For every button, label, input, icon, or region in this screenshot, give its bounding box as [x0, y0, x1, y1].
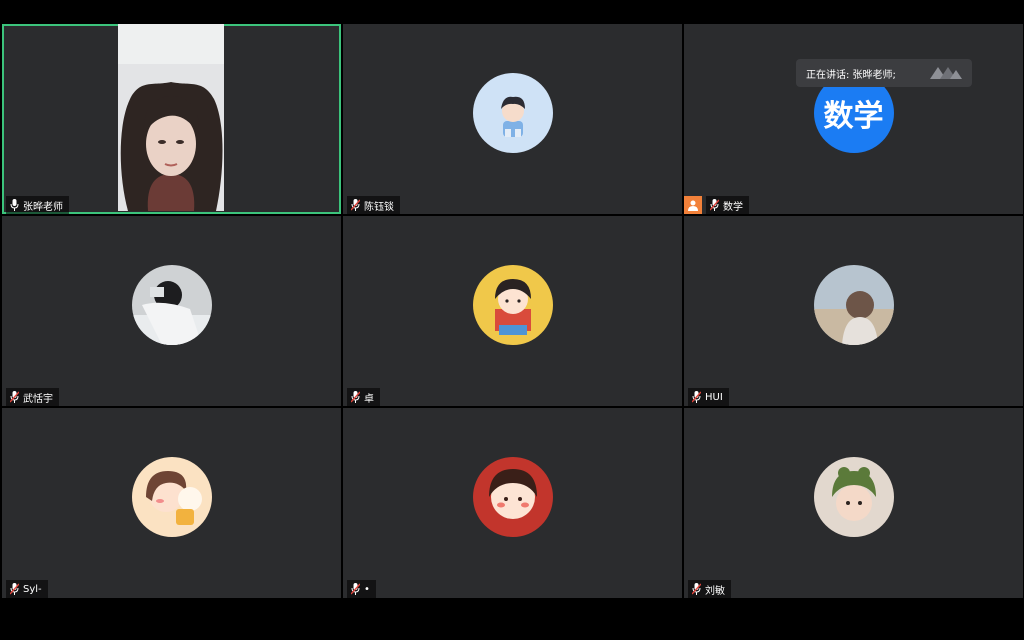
- participant-tile-syl[interactable]: Syl-: [2, 408, 341, 598]
- participant-tile-liumin[interactable]: 刘敏: [684, 408, 1023, 598]
- participant-avatar: [472, 457, 553, 537]
- participant-name-tag: Syl-: [6, 580, 48, 598]
- participant-tile-dot[interactable]: •: [343, 408, 682, 598]
- microphone-muted-icon: [692, 583, 701, 595]
- participant-name-tag: •: [347, 580, 376, 598]
- participant-name-tag: 武恬宇: [6, 388, 59, 406]
- participant-avatar: [131, 265, 212, 345]
- participant-video: [118, 24, 224, 211]
- microphone-icon: [10, 199, 19, 211]
- microphone-muted-icon: [10, 391, 19, 403]
- participant-name-tag: HUI: [688, 388, 729, 406]
- participant-tile-chenyuzhen[interactable]: 陈钰锬: [343, 24, 682, 214]
- participant-name: •: [364, 583, 370, 595]
- participant-name: Syl-: [23, 583, 42, 595]
- participant-avatar: [813, 265, 894, 345]
- participant-grid: 张晔老师 陈钰锬 数学 数学 武恬宇 卓 HUI Syl- • 刘敏: [2, 24, 1023, 600]
- microphone-muted-icon: [351, 199, 360, 211]
- participant-tile-zhuo[interactable]: 卓: [343, 216, 682, 406]
- participant-name: HUI: [705, 391, 723, 403]
- participant-name-tag: 刘敏: [688, 580, 731, 598]
- participant-name: 张晔老师: [23, 201, 63, 213]
- participant-avatar: [472, 265, 553, 345]
- microphone-muted-icon: [710, 199, 719, 211]
- microphone-muted-icon: [692, 391, 701, 403]
- host-icon: [684, 196, 702, 214]
- participant-name: 刘敏: [705, 585, 725, 597]
- participant-avatar: [472, 73, 553, 153]
- speaking-indicator: 正在讲话: 张晔老师;: [796, 59, 972, 87]
- tencent-meeting-logo-icon: [930, 67, 962, 79]
- participant-name-tag: 陈钰锬: [347, 196, 400, 214]
- participant-name: 陈钰锬: [364, 201, 394, 213]
- participant-tile-shuxue[interactable]: 数学 数学: [684, 24, 1023, 214]
- speaking-label: 正在讲话: 张晔老师;: [806, 69, 896, 81]
- participant-tile-hui[interactable]: HUI: [684, 216, 1023, 406]
- participant-tile-zhangye[interactable]: 张晔老师: [2, 24, 341, 214]
- participant-name: 卓: [364, 393, 374, 405]
- participant-name-tag: 数学: [706, 196, 749, 214]
- participant-avatar: [131, 457, 212, 537]
- participant-name: 数学: [723, 201, 743, 213]
- participant-tile-wutianyu[interactable]: 武恬宇: [2, 216, 341, 406]
- participant-name-tag: 卓: [347, 388, 380, 406]
- participant-name: 武恬宇: [23, 393, 53, 405]
- participant-name-tag: 张晔老师: [6, 196, 69, 214]
- microphone-muted-icon: [10, 583, 19, 595]
- microphone-muted-icon: [351, 583, 360, 595]
- microphone-muted-icon: [351, 391, 360, 403]
- participant-avatar: [813, 457, 894, 537]
